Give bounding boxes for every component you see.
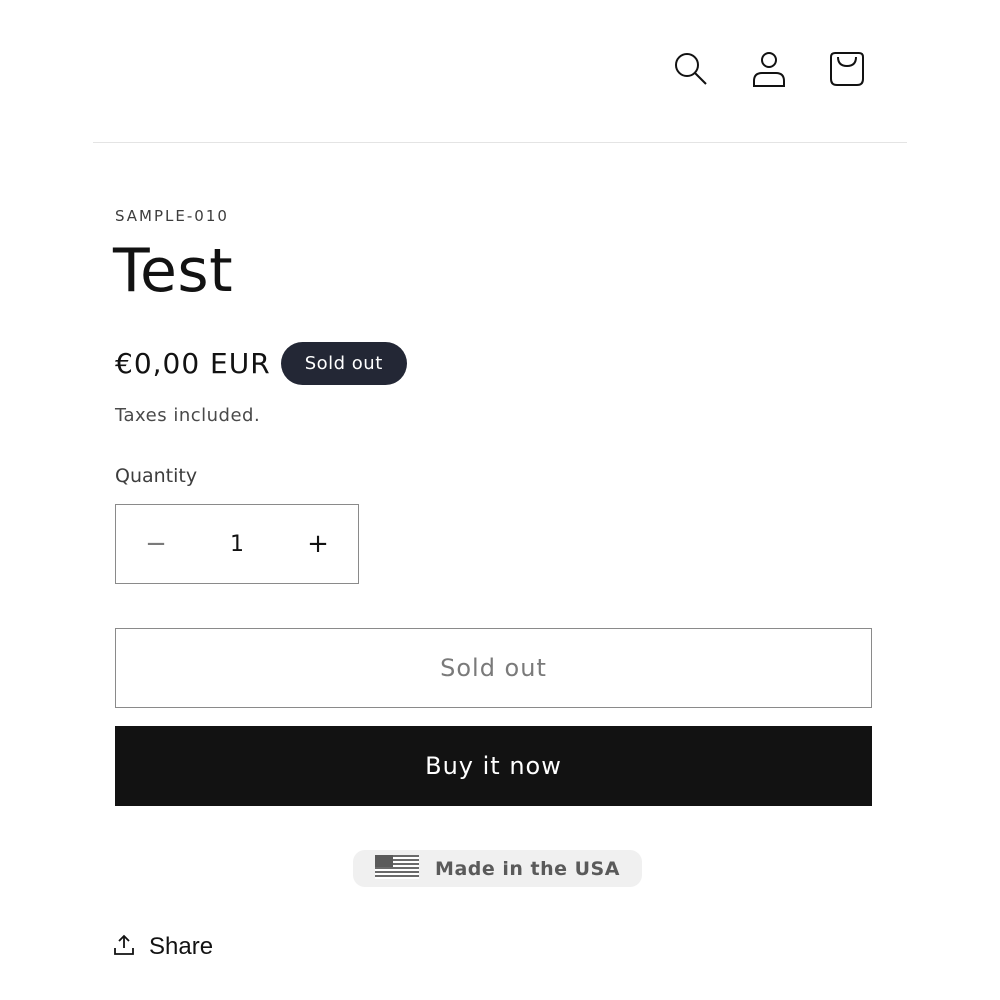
share-icon xyxy=(113,934,135,960)
cart-icon[interactable] xyxy=(828,48,866,90)
header-icons xyxy=(672,48,866,90)
price-row: €0,00 EUR Sold out xyxy=(115,342,407,385)
quantity-input[interactable] xyxy=(197,531,277,557)
header-divider xyxy=(93,142,907,143)
quantity-label: Quantity xyxy=(115,465,198,487)
taxes-note: Taxes included. xyxy=(115,405,261,426)
made-in-usa-text: Made in the USA xyxy=(435,857,620,880)
product-sku: SAMPLE-010 xyxy=(115,207,229,225)
buy-now-button[interactable]: Buy it now xyxy=(115,726,872,806)
product-page: SAMPLE-010 Test €0,00 EUR Sold out Taxes… xyxy=(0,0,1000,1000)
made-in-usa-badge: Made in the USA xyxy=(353,850,642,887)
share-label: Share xyxy=(149,933,214,960)
search-icon[interactable] xyxy=(672,48,710,90)
quantity-decrease-button[interactable]: − xyxy=(116,505,196,583)
share-button[interactable]: Share xyxy=(113,933,213,961)
quantity-increase-button[interactable]: + xyxy=(278,505,358,583)
account-icon[interactable] xyxy=(750,48,788,90)
add-to-cart-button[interactable]: Sold out xyxy=(115,628,872,708)
us-flag-icon xyxy=(375,854,420,883)
quantity-stepper: − + xyxy=(115,504,359,584)
product-price: €0,00 EUR xyxy=(115,347,271,380)
sold-out-badge: Sold out xyxy=(280,342,407,385)
product-title: Test xyxy=(113,236,234,306)
